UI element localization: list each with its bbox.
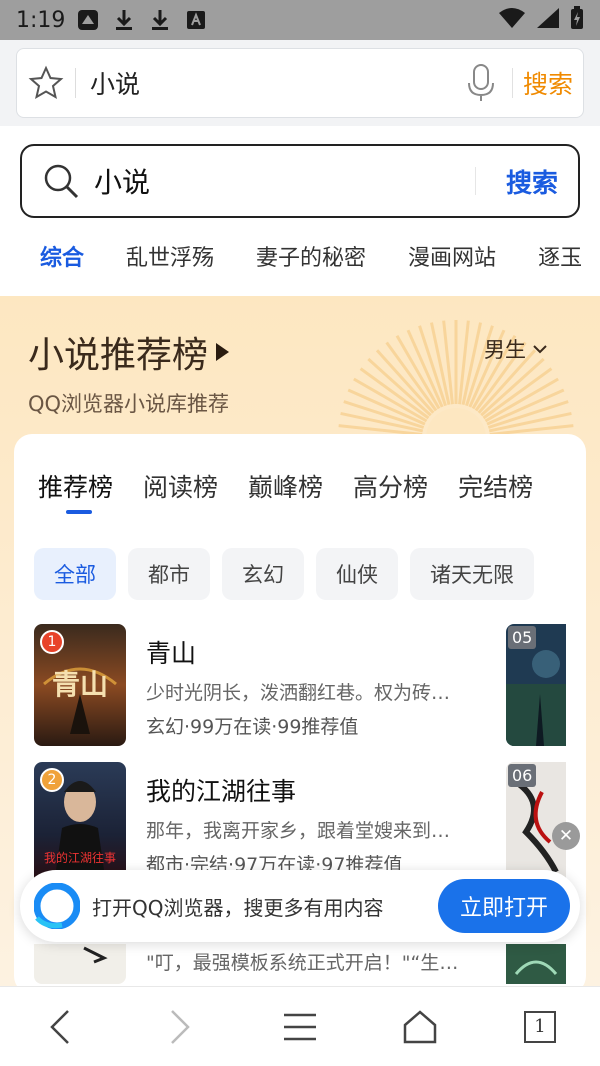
- tab-all[interactable]: 综合: [40, 240, 84, 272]
- tab-query[interactable]: 妻子的秘密: [256, 240, 366, 272]
- chip-all[interactable]: 全部: [34, 548, 116, 600]
- tab-completed[interactable]: 完结榜: [458, 468, 533, 504]
- section-subtitle: QQ浏览器小说库推荐: [28, 392, 230, 416]
- tab-count: 1: [524, 1010, 556, 1043]
- book-item[interactable]: 我的江湖往事 2 我的江湖往事 那年，我离开家乡，跟着堂嫂来到… 都市·完结·9…: [34, 762, 574, 886]
- active-tab-indicator: [66, 510, 92, 514]
- book-desc: 少时光阴长，泼洒翻红巷。权为砖…: [146, 682, 451, 704]
- book-desc: "叮，最强模板系统正式开启！"“生…: [146, 952, 459, 974]
- divider: [75, 68, 76, 98]
- signal-icon: [536, 7, 560, 33]
- search-button[interactable]: 搜索: [506, 163, 558, 200]
- tab-high-score[interactable]: 高分榜: [353, 468, 428, 504]
- book-title: 青山: [146, 639, 197, 668]
- qq-browser-logo-icon: [33, 882, 81, 930]
- search-icon: [42, 162, 80, 200]
- book-meta: 玄幻·99万在读·99推荐值: [146, 716, 359, 738]
- book-cover[interactable]: 青山 1: [34, 624, 126, 746]
- banner-text: 打开QQ浏览器，搜更多有用内容: [92, 895, 384, 920]
- address-field[interactable]: 小说 搜索: [16, 48, 584, 118]
- search-input[interactable]: 小说: [94, 161, 475, 201]
- book-cover[interactable]: 我的江湖往事 2: [34, 762, 126, 884]
- tab-query[interactable]: 乱世浮殇: [126, 240, 214, 272]
- tab-reading[interactable]: 阅读榜: [143, 468, 218, 504]
- gender-label: 男生: [484, 338, 526, 362]
- home-icon[interactable]: [390, 997, 450, 1057]
- side-book-cover[interactable]: 06: [506, 762, 566, 884]
- browser-address-bar: 小说 搜索: [0, 40, 600, 126]
- section-title-text: 小说推荐榜: [28, 335, 209, 376]
- download-icon: [149, 9, 171, 31]
- keyboard-a-icon: [185, 9, 207, 31]
- query-tabs: 综合 乱世浮殇 妻子的秘密 漫画网站 逐玉: [0, 218, 600, 294]
- play-arrow-icon: [216, 343, 230, 361]
- svg-text:我的江湖往事: 我的江湖往事: [44, 850, 116, 865]
- bottom-nav: 1: [0, 986, 600, 1066]
- chip-xianxia[interactable]: 仙侠: [316, 548, 398, 600]
- book-cover[interactable]: [34, 944, 126, 984]
- rank-tabs: 推荐榜 阅读榜 巅峰榜 高分榜 完结榜: [14, 434, 586, 504]
- back-icon[interactable]: [30, 997, 90, 1057]
- menu-icon[interactable]: [270, 997, 330, 1057]
- tab-recommend[interactable]: 推荐榜: [38, 468, 113, 504]
- open-now-button[interactable]: 立即打开: [437, 879, 570, 933]
- address-search-button[interactable]: 搜索: [523, 65, 573, 101]
- rank-badge: 1: [40, 630, 64, 654]
- search-box[interactable]: 小说 搜索: [20, 144, 580, 218]
- battery-icon: [570, 6, 584, 34]
- book-desc: 那年，我离开家乡，跟着堂嫂来到…: [146, 820, 451, 842]
- app-notification-icon: [77, 9, 99, 31]
- side-book-cover[interactable]: [506, 944, 566, 984]
- status-bar: 1:19: [0, 0, 600, 40]
- tab-query[interactable]: 漫画网站: [408, 240, 496, 272]
- tab-query[interactable]: 逐玉: [538, 240, 582, 272]
- tab-peak[interactable]: 巅峰榜: [248, 468, 323, 504]
- wifi-icon: [498, 7, 526, 33]
- chevron-down-icon: [533, 345, 547, 354]
- address-query[interactable]: 小说: [90, 65, 464, 101]
- category-chips: 全部 都市 玄幻 仙侠 诸天无限: [14, 504, 586, 600]
- book-title: 我的江湖往事: [146, 777, 297, 806]
- open-app-banner: 打开QQ浏览器，搜更多有用内容 立即打开: [20, 870, 580, 942]
- book-item[interactable]: 青山 1 青山 少时光阴长，泼洒翻红巷。权为砖… 玄幻·99万在读·99推荐值: [34, 624, 574, 748]
- divider: [511, 68, 513, 98]
- forward-icon[interactable]: [150, 997, 210, 1057]
- rank-badge: 2: [40, 768, 64, 792]
- gender-select[interactable]: 男生: [484, 334, 548, 364]
- divider: [474, 167, 476, 195]
- tabs-button[interactable]: 1: [510, 997, 570, 1057]
- side-rank-badge: 05: [508, 626, 537, 649]
- download-icon: [113, 9, 135, 31]
- section-title[interactable]: 小说推荐榜: [28, 326, 230, 378]
- chip-infinite[interactable]: 诸天无限: [410, 548, 534, 600]
- side-book-cover[interactable]: 05: [506, 624, 566, 746]
- bookmark-star-icon[interactable]: [27, 64, 65, 102]
- svg-text:青山: 青山: [52, 668, 108, 701]
- chip-fantasy[interactable]: 玄幻: [222, 548, 304, 600]
- close-banner-button[interactable]: ✕: [552, 822, 580, 850]
- status-time: 1:19: [16, 7, 66, 33]
- side-rank-badge: 06: [508, 764, 537, 787]
- microphone-icon[interactable]: [464, 63, 498, 103]
- chip-urban[interactable]: 都市: [128, 548, 210, 600]
